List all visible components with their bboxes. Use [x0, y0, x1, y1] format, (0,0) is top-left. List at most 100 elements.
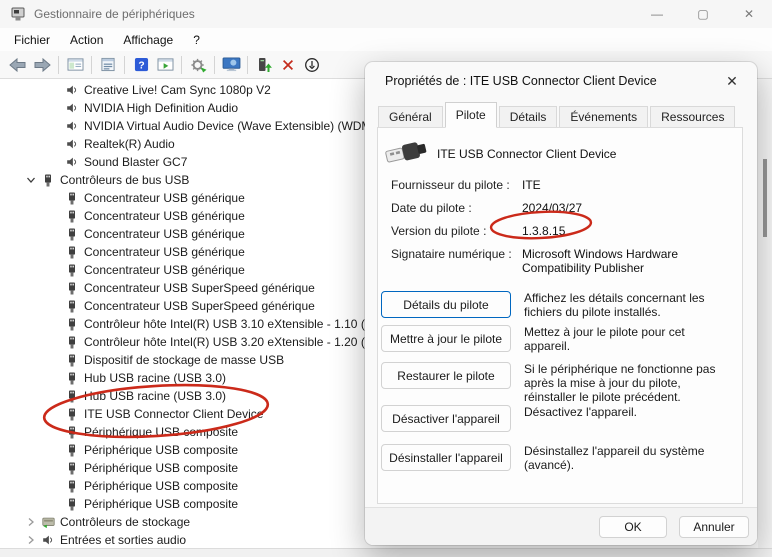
- menu-item-affichage[interactable]: Affichage: [113, 30, 183, 50]
- action-description: Si le périphérique ne fonctionne pas apr…: [524, 362, 733, 404]
- update-driver-icon[interactable]: [252, 55, 276, 75]
- tab-général[interactable]: Général: [378, 106, 443, 127]
- help-icon[interactable]: ?: [129, 55, 153, 75]
- show-window-icon[interactable]: [153, 55, 177, 75]
- audio-device-icon: [64, 83, 80, 97]
- toolbar-separator: [124, 56, 125, 74]
- driver-action-row: Mettre à jour le piloteMettez à jour le …: [381, 325, 737, 353]
- driver-action-rows: Détails du pilote Affichez les détails co…: [381, 291, 737, 472]
- field-value: ITE: [522, 178, 733, 192]
- action-description: Affichez les détails concernant les fich…: [524, 291, 733, 319]
- back-icon[interactable]: [6, 55, 30, 75]
- tree-item-label: NVIDIA Virtual Audio Device (Wave Extens…: [84, 119, 371, 133]
- tree-item-label: Concentrateur USB SuperSpeed générique: [84, 299, 315, 313]
- tree-item-label: Realtek(R) Audio: [84, 137, 175, 151]
- field-value: 2024/03/27: [522, 201, 733, 215]
- driver-info-fields: Fournisseur du pilote :ITEDate du pilote…: [391, 178, 733, 284]
- close-icon[interactable]: ✕: [726, 0, 772, 28]
- désinstaller-l-appareil-button[interactable]: Désinstaller l'appareil: [381, 444, 511, 471]
- forward-icon[interactable]: [30, 55, 54, 75]
- tree-item-label: Contrôleur hôte Intel(R) USB 3.10 eXtens…: [84, 317, 377, 331]
- tree-item-label: Périphérique USB composite: [84, 479, 238, 493]
- désactiver-l-appareil-button[interactable]: Désactiver l'appareil: [381, 405, 511, 432]
- tree-item-label: Périphérique USB composite: [84, 497, 238, 511]
- driver-field: Fournisseur du pilote :ITE: [391, 178, 733, 192]
- usb-device-icon: [64, 191, 80, 206]
- maximize-icon[interactable]: ▢: [680, 0, 726, 28]
- usb-device-icon: [64, 479, 80, 494]
- menu-bar: FichierActionAffichage?: [0, 28, 772, 52]
- tree-item-label: Hub USB racine (USB 3.0): [84, 389, 226, 403]
- field-value: Microsoft Windows Hardware Compatibility…: [522, 247, 733, 275]
- menu-item-action[interactable]: Action: [60, 30, 113, 50]
- tree-item-label: Périphérique USB composite: [84, 461, 238, 475]
- tree-item-label: Sound Blaster GC7: [84, 155, 187, 169]
- audio-device-icon: [64, 137, 80, 151]
- toolbar-separator: [214, 56, 215, 74]
- tab-ressources[interactable]: Ressources: [650, 106, 735, 127]
- driver-tab-panel: ITE USB Connector Client Device Fourniss…: [377, 127, 743, 504]
- disable-device-icon[interactable]: [300, 55, 324, 75]
- field-label: Version du pilote :: [391, 224, 522, 238]
- tab-pilote[interactable]: Pilote: [445, 102, 497, 128]
- device-header: ITE USB Connector Client Device: [384, 138, 616, 169]
- détails-du-pilote-button[interactable]: Détails du pilote: [381, 291, 511, 318]
- chevron-down-icon[interactable]: [22, 174, 40, 186]
- tree-item-label: Hub USB racine (USB 3.0): [84, 371, 226, 385]
- tab-événements[interactable]: Événements: [559, 106, 648, 127]
- cancel-button[interactable]: Annuler: [679, 516, 749, 538]
- driver-field: Version du pilote :1.3.8.15: [391, 224, 733, 238]
- tree-item-label: ITE USB Connector Client Device: [84, 407, 263, 421]
- usb-device-icon: [64, 371, 80, 386]
- dialog-title: Propriétés de : ITE USB Connector Client…: [385, 74, 657, 88]
- toolbar-separator: [247, 56, 248, 74]
- scan-hardware-icon[interactable]: [186, 55, 210, 75]
- toolbar-separator: [91, 56, 92, 74]
- toolbar-separator: [58, 56, 59, 74]
- field-label: Date du pilote :: [391, 201, 522, 215]
- minimize-icon[interactable]: —: [634, 0, 680, 28]
- dialog-close-icon[interactable]: ✕: [717, 68, 747, 94]
- usb-plug-icon: [384, 138, 428, 169]
- action-description: Désactivez l'appareil.: [524, 405, 733, 419]
- usb-device-icon: [64, 281, 80, 296]
- menu-item-?[interactable]: ?: [183, 30, 210, 50]
- chevron-right-icon[interactable]: [22, 516, 40, 528]
- usb-device-icon: [64, 443, 80, 458]
- tree-item-label: Concentrateur USB générique: [84, 245, 245, 259]
- usb-device-icon: [64, 227, 80, 242]
- tree-item-label: Contrôleurs de stockage: [60, 515, 190, 529]
- field-value: 1.3.8.15: [522, 224, 733, 238]
- tree-item-label: Contrôleurs de bus USB: [60, 173, 189, 187]
- usb-device-icon: [64, 317, 80, 332]
- toolbar-separator: [181, 56, 182, 74]
- audio-device-icon: [64, 119, 80, 133]
- properties-icon[interactable]: [96, 55, 120, 75]
- tree-item-label: Concentrateur USB générique: [84, 209, 245, 223]
- driver-field: Date du pilote :2024/03/27: [391, 201, 733, 215]
- driver-action-row: Désinstaller l'appareilDésinstallez l'ap…: [381, 444, 737, 472]
- uninstall-icon[interactable]: [276, 55, 300, 75]
- usb-device-icon: [64, 263, 80, 278]
- field-label: Fournisseur du pilote :: [391, 178, 522, 192]
- driver-action-row: Détails du pilote Affichez les détails co…: [381, 291, 737, 319]
- tree-scrollbar[interactable]: [758, 79, 772, 548]
- console-tree-icon[interactable]: [63, 55, 87, 75]
- mettre-à-jour-le-pilote-button[interactable]: Mettre à jour le pilote: [381, 325, 511, 352]
- window-bottom-edge: [0, 548, 772, 557]
- ok-button[interactable]: OK: [599, 516, 667, 538]
- window-controls: — ▢ ✕: [634, 0, 772, 28]
- scrollbar-thumb[interactable]: [763, 159, 767, 237]
- field-label: Signataire numérique :: [391, 247, 522, 275]
- dialog-tabs: GénéralPiloteDétailsÉvénementsRessources: [378, 106, 737, 127]
- chevron-right-icon[interactable]: [22, 534, 40, 546]
- tree-item-label: Contrôleur hôte Intel(R) USB 3.20 eXtens…: [84, 335, 377, 349]
- usb-device-icon: [64, 353, 80, 368]
- remote-monitor-icon[interactable]: [219, 55, 243, 75]
- restaurer-le-pilote-button[interactable]: Restaurer le pilote: [381, 362, 511, 389]
- menu-item-fichier[interactable]: Fichier: [4, 30, 60, 50]
- tree-item-label: Creative Live! Cam Sync 1080p V2: [84, 83, 271, 97]
- tree-item-label: Concentrateur USB générique: [84, 263, 245, 277]
- tree-item-label: Concentrateur USB SuperSpeed générique: [84, 281, 315, 295]
- tab-détails[interactable]: Détails: [499, 106, 558, 127]
